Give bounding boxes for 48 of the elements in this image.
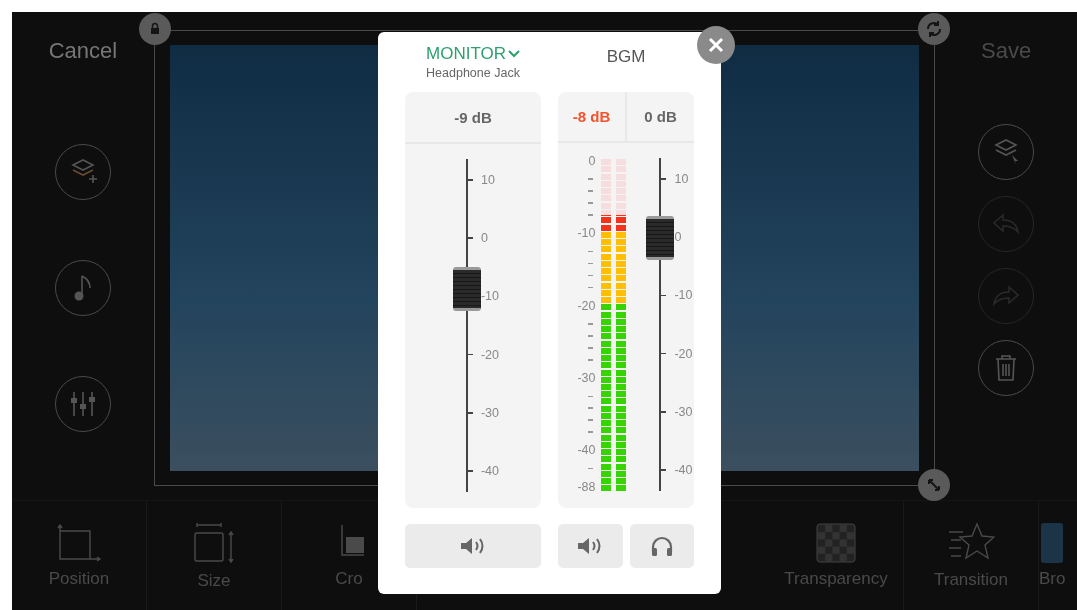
redo-icon: [991, 284, 1022, 308]
meter-scale-label: 0: [588, 154, 596, 168]
toolbar-item[interactable]: Transparency: [769, 501, 904, 610]
fader-thumb[interactable]: [452, 266, 481, 311]
scale-label: -20: [674, 346, 693, 361]
scale-label: -40: [674, 462, 693, 477]
scale-label: 0: [674, 230, 682, 245]
monitor-volume-button[interactable]: [405, 524, 541, 568]
scale-label: -30: [480, 405, 500, 420]
photo-thumbnail-icon: [1039, 522, 1063, 563]
scale-label: -10: [674, 288, 693, 303]
undo-icon: [991, 212, 1022, 236]
scale-label: 0: [480, 231, 488, 246]
cancel-button[interactable]: Cancel: [48, 38, 118, 64]
scale-label: -30: [674, 404, 693, 419]
toolbar-item[interactable]: Position: [12, 501, 147, 610]
scale-label: 10: [674, 172, 689, 186]
headphones-icon: [649, 535, 674, 557]
toolbar-item[interactable]: Transition: [904, 501, 1039, 610]
scale-label: -40: [480, 463, 500, 478]
scale-label: 10: [480, 173, 495, 187]
meter-scale-label: -40: [577, 443, 596, 458]
scale-label: -10: [480, 289, 500, 304]
meter-db-reading: -8 dB: [571, 107, 612, 127]
rotate-handle[interactable]: [918, 13, 951, 45]
headphones-button[interactable]: [629, 524, 694, 568]
meter-scale-label: -10: [577, 226, 596, 241]
output-device-label: Headphone Jack: [426, 66, 520, 80]
db-reading: -9 dB: [453, 107, 493, 128]
meter-scale-label: -20: [577, 298, 596, 313]
toolbar-item[interactable]: Bro: [1039, 501, 1077, 610]
scale-label: -20: [480, 347, 500, 362]
checkerboard-icon: [816, 522, 856, 563]
meter-scale-label: -88: [577, 479, 596, 494]
axes-icon: [56, 522, 102, 563]
close-icon: [708, 37, 724, 53]
chevron-down-icon: [508, 50, 520, 58]
toolbar-item[interactable]: Size: [147, 501, 282, 610]
bgm-volume-button[interactable]: [558, 524, 623, 568]
diagonal-arrows-icon: [926, 477, 943, 493]
rotate-icon: [925, 20, 944, 38]
lock-handle[interactable]: [138, 13, 171, 45]
db-reading: 0 dB: [643, 107, 678, 127]
fader-thumb[interactable]: [646, 215, 675, 260]
resize-handle[interactable]: [918, 469, 951, 501]
meter-scale-label: -30: [577, 371, 596, 386]
bgm-title: BGM: [606, 47, 646, 67]
monitor-dropdown[interactable]: MONITOR: [426, 44, 520, 64]
